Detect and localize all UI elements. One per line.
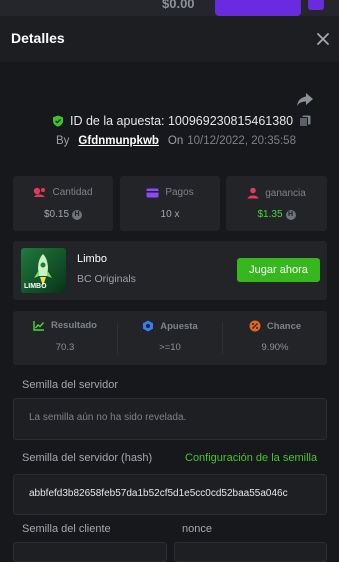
balance-amount: $0.00	[162, 0, 195, 11]
money-icon	[34, 187, 46, 197]
result-item: Resultado 70.3	[13, 311, 117, 365]
thumb-label: LIMBO	[24, 283, 47, 290]
by-label: By	[56, 135, 70, 147]
server-seed-field[interactable]: La semilla aún no ha sido revelada.	[13, 398, 327, 440]
bet-id: ID de la apuesta: 100969230815461380	[70, 114, 294, 128]
server-hash-label: Semilla del servidor (hash)	[22, 452, 153, 464]
stat-label: Pagos	[165, 187, 194, 198]
share-icon[interactable]	[296, 92, 314, 108]
card-icon	[146, 188, 159, 197]
username-link[interactable]: Gfdnmunpkwb	[78, 135, 159, 147]
play-now-button[interactable]: Jugar ahora	[237, 258, 320, 282]
profit-icon	[247, 187, 259, 199]
coin-icon: H	[285, 209, 296, 220]
top-bar: $0.00	[0, 0, 339, 16]
result-item: Chance 9.90%	[223, 311, 327, 365]
server-hash-value: abbfefd3b82658feb57da1b52cf5d1e5cc0cd52b…	[29, 488, 288, 499]
chart-icon	[33, 321, 45, 331]
percent-icon	[249, 320, 261, 332]
stat-amount: Cantidad $0.15 H	[13, 176, 113, 231]
stat-payout: Pagos 10 x	[120, 176, 220, 231]
nonce-field[interactable]	[174, 542, 327, 562]
target-icon	[143, 320, 154, 332]
stat-value: $1.35	[257, 209, 283, 220]
bet-id-row: ID de la apuesta: 100969230815461380	[52, 113, 311, 129]
copy-icon[interactable]	[299, 115, 311, 127]
result-value: 9.90%	[261, 342, 289, 353]
client-seed-field[interactable]	[13, 542, 167, 562]
game-provider: BC Originals	[77, 273, 136, 285]
bet-byline: By Gfdnmunpkwb On 10/12/2022, 20:35:58	[56, 133, 296, 149]
server-hash-field[interactable]: abbfefd3b82658feb57da1b52cf5d1e5cc0cd52b…	[13, 474, 327, 515]
stat-value: $0.15	[43, 209, 70, 220]
game-name: Limbo	[77, 253, 107, 265]
modal-title: Detalles	[11, 30, 65, 46]
shield-check-icon	[53, 115, 63, 127]
stat-value: 10 x	[160, 209, 180, 220]
coin-icon: H	[72, 209, 83, 220]
server-seed-value: La semilla aún no ha sido revelada.	[29, 412, 187, 423]
seed-settings-link[interactable]: Configuración de la semilla	[185, 452, 317, 464]
wallet-icon-button[interactable]	[308, 0, 324, 10]
modal-header: Detalles	[0, 16, 339, 62]
wallet-button[interactable]	[215, 0, 301, 16]
server-seed-label: Semilla del servidor	[22, 379, 118, 391]
result-value: 70.3	[55, 342, 75, 353]
game-thumbnail[interactable]: LIMBO	[21, 248, 66, 293]
result-label: Apuesta	[160, 320, 198, 332]
result-label: Chance	[266, 320, 302, 332]
game-card: LIMBO Limbo BC Originals Jugar ahora	[13, 241, 327, 300]
result-panel: Resultado 70.3 Apuesta >=10 Chance 9.90%	[13, 311, 327, 365]
stat-profit: ganancia $1.35 H	[226, 176, 327, 231]
close-icon[interactable]	[314, 30, 332, 48]
stat-label: Cantidad	[52, 187, 93, 198]
result-label: Resultado	[51, 320, 97, 331]
on-label: On	[167, 135, 184, 147]
result-value: >=10	[159, 342, 181, 353]
client-seed-label: Semilla del cliente	[22, 523, 111, 535]
stat-label: ganancia	[265, 187, 306, 199]
bet-date: 10/12/2022, 20:35:58	[187, 135, 296, 147]
nonce-label: nonce	[182, 523, 212, 535]
result-item: Apuesta >=10	[118, 311, 222, 365]
